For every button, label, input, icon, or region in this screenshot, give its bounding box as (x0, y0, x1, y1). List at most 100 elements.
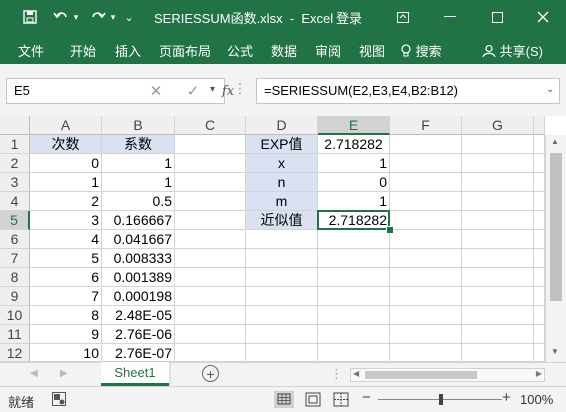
empty-cell[interactable] (462, 268, 534, 287)
empty-cell[interactable] (390, 344, 462, 362)
column-header-h[interactable] (534, 116, 545, 135)
tab-review[interactable]: 审阅 (315, 41, 341, 60)
tab-page-layout[interactable]: 页面布局 (159, 41, 211, 60)
row-header[interactable]: 1 (0, 135, 30, 154)
horizontal-scrollbar[interactable]: ◀ ▶ (350, 368, 545, 382)
cell-e4[interactable]: 1 (318, 192, 390, 211)
cell-e3[interactable]: 0 (318, 173, 390, 192)
empty-cell[interactable] (462, 306, 534, 325)
empty-cell[interactable] (462, 249, 534, 268)
tab-home[interactable]: 开始 (70, 41, 96, 60)
cell-b3[interactable]: 1 (102, 173, 175, 192)
empty-cell[interactable] (534, 192, 545, 211)
empty-cell[interactable] (390, 230, 462, 249)
tab-split-handle[interactable]: ⋮ (330, 366, 343, 382)
save-icon[interactable] (18, 0, 42, 34)
empty-cell[interactable] (534, 344, 545, 362)
tab-file[interactable]: 文件 (18, 41, 44, 60)
row-header[interactable]: 10 (0, 306, 30, 325)
empty-cell[interactable] (318, 230, 390, 249)
formula-input[interactable]: =SERIESSUM(E2,E3,E4,B2:B12) (256, 78, 560, 104)
empty-cell[interactable] (175, 135, 246, 154)
empty-cell[interactable] (462, 135, 534, 154)
cell-d3[interactable]: n (246, 173, 318, 192)
column-header-f[interactable]: F (390, 116, 462, 135)
vertical-scrollbar[interactable]: ▲ ▼ (545, 135, 566, 362)
empty-cell[interactable] (534, 306, 545, 325)
column-header-e[interactable]: E (318, 116, 390, 135)
cell-d5[interactable]: 近似值 (246, 211, 318, 230)
empty-cell[interactable] (175, 249, 246, 268)
cell-d4[interactable]: m (246, 192, 318, 211)
empty-cell[interactable] (318, 306, 390, 325)
empty-cell[interactable] (175, 154, 246, 173)
cell-b2[interactable]: 1 (102, 154, 175, 173)
cell-b4[interactable]: 0.5 (102, 192, 175, 211)
empty-cell[interactable] (390, 325, 462, 344)
horizontal-scroll-thumb[interactable] (365, 371, 477, 379)
empty-cell[interactable] (246, 287, 318, 306)
empty-cell[interactable] (390, 287, 462, 306)
cell-a6[interactable]: 4 (30, 230, 102, 249)
tab-formulas[interactable]: 公式 (227, 41, 253, 60)
row-header[interactable]: 4 (0, 192, 30, 211)
scroll-left-icon[interactable]: ◀ (353, 369, 359, 378)
empty-cell[interactable] (534, 135, 545, 154)
row-header[interactable]: 8 (0, 268, 30, 287)
expand-formula-bar-icon[interactable]: ⌄ (546, 84, 554, 95)
undo-icon[interactable] (49, 0, 73, 34)
empty-cell[interactable] (534, 325, 545, 344)
empty-cell[interactable] (534, 211, 545, 230)
empty-cell[interactable] (175, 268, 246, 287)
empty-cell[interactable] (246, 268, 318, 287)
empty-cell[interactable] (462, 211, 534, 230)
scroll-up-icon[interactable]: ▲ (551, 137, 559, 146)
page-layout-view-icon[interactable] (305, 392, 321, 410)
select-all-corner[interactable] (0, 116, 30, 135)
undo-dropdown-icon[interactable]: ▾ (71, 0, 81, 34)
tab-data[interactable]: 数据 (271, 41, 297, 60)
scroll-right-icon[interactable]: ▶ (536, 369, 542, 378)
tab-view[interactable]: 视图 (359, 41, 385, 60)
cell-b1[interactable]: 系数 (102, 135, 175, 154)
empty-cell[interactable] (246, 344, 318, 362)
cell-a3[interactable]: 1 (30, 173, 102, 192)
ribbon-display-icon[interactable] (393, 0, 413, 34)
cancel-icon[interactable]: ✕ (145, 80, 167, 102)
cell-b8[interactable]: 0.001389 (102, 268, 175, 287)
cell-b11[interactable]: 2.76E-06 (102, 325, 175, 344)
cell-b6[interactable]: 0.041667 (102, 230, 175, 249)
empty-cell[interactable] (175, 325, 246, 344)
vertical-scroll-thumb[interactable] (550, 153, 562, 301)
empty-cell[interactable] (175, 230, 246, 249)
cell-e5[interactable]: 2.718282 (318, 211, 390, 230)
empty-cell[interactable] (534, 154, 545, 173)
name-box-dropdown-icon[interactable]: ▾ (210, 84, 215, 95)
maximize-icon[interactable] (487, 0, 507, 34)
row-header[interactable]: 3 (0, 173, 30, 192)
empty-cell[interactable] (462, 173, 534, 192)
customize-toolbar-icon[interactable]: ⌄ (122, 0, 136, 34)
zoom-out-icon[interactable]: − (362, 389, 371, 406)
cell-d2[interactable]: x (246, 154, 318, 173)
minimize-icon[interactable] (440, 0, 460, 34)
empty-cell[interactable] (462, 192, 534, 211)
sheet-tab-sheet1[interactable]: Sheet1 (101, 362, 169, 386)
empty-cell[interactable] (462, 344, 534, 362)
empty-cell[interactable] (390, 135, 462, 154)
login-link[interactable]: 登录 (334, 0, 364, 34)
empty-cell[interactable] (390, 173, 462, 192)
empty-cell[interactable] (534, 268, 545, 287)
empty-cell[interactable] (246, 306, 318, 325)
search-box[interactable]: 搜索 (400, 41, 442, 60)
cell-a7[interactable]: 5 (30, 249, 102, 268)
row-header[interactable]: 7 (0, 249, 30, 268)
empty-cell[interactable] (390, 211, 462, 230)
column-header-a[interactable]: A (30, 116, 102, 135)
empty-cell[interactable] (462, 325, 534, 344)
empty-cell[interactable] (175, 344, 246, 362)
empty-cell[interactable] (390, 154, 462, 173)
scroll-down-icon[interactable]: ▼ (551, 347, 559, 356)
empty-cell[interactable] (318, 287, 390, 306)
empty-cell[interactable] (318, 268, 390, 287)
